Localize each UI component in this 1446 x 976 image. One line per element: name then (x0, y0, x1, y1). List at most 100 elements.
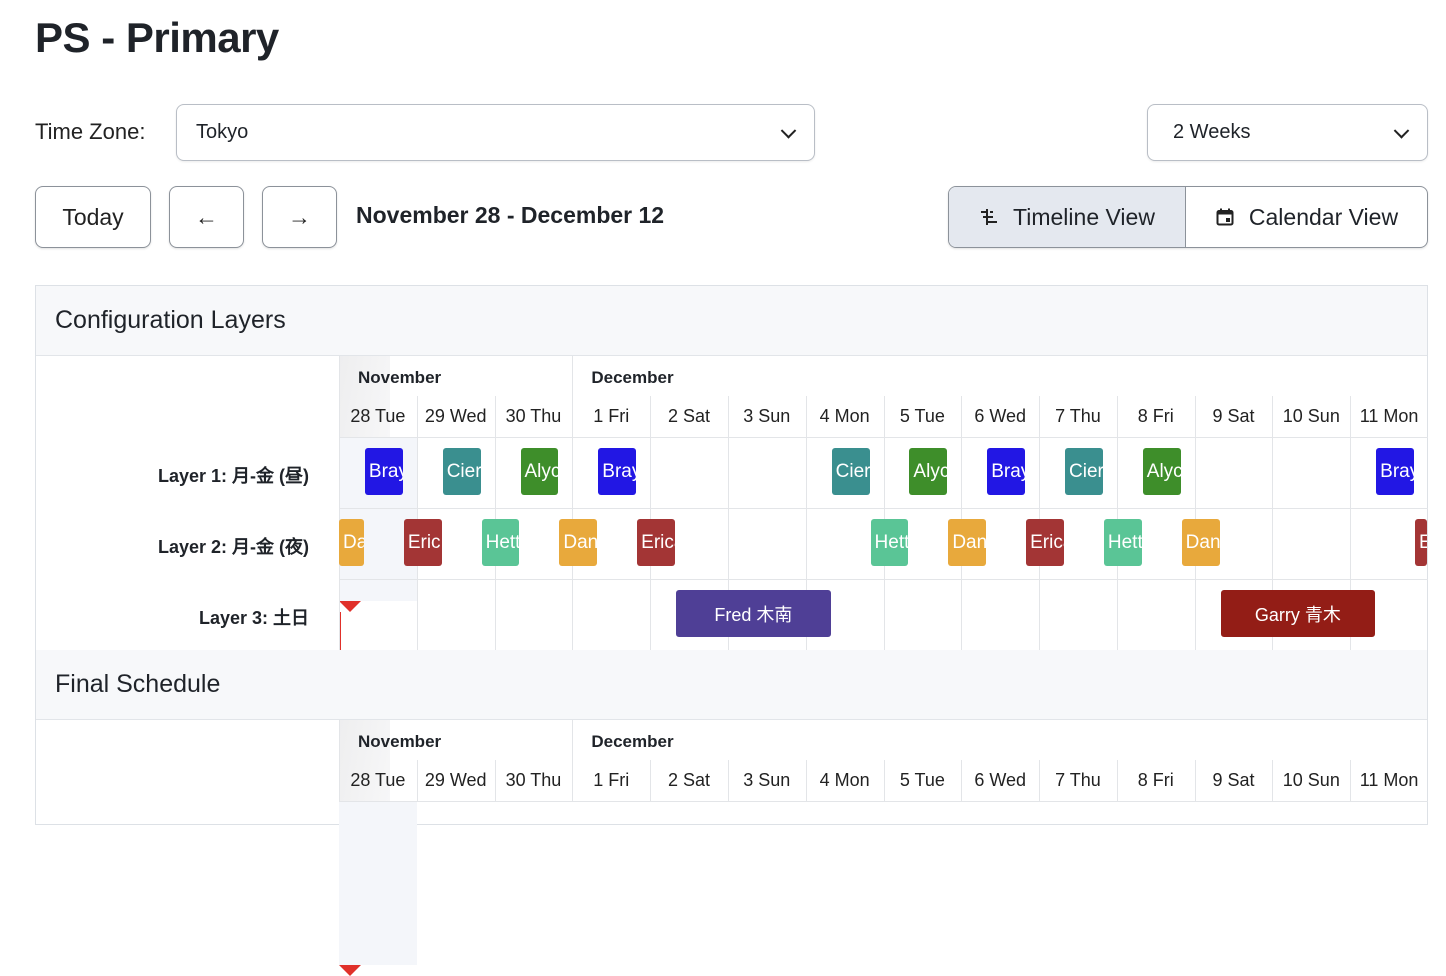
shift-block[interactable]: Dan (948, 519, 987, 566)
shift-block[interactable]: Dan (559, 519, 598, 566)
day-header: 4 Mon (819, 770, 870, 790)
day-header: 30 Thu (505, 770, 562, 790)
day-header: 11 Mon (1359, 770, 1419, 790)
shift-block[interactable]: Erica (637, 519, 676, 566)
day-header: 9 Sat (1212, 406, 1255, 426)
schedule-panel: Configuration Layers 28 Tue 29 Wed 30 Thu 1 … (35, 285, 1428, 976)
previous-button[interactable]: ← (169, 186, 244, 248)
weekend-header-bg (339, 842, 417, 883)
shift-block[interactable]: Dan (1181, 519, 1220, 566)
shift-block[interactable]: Erica (1026, 519, 1064, 566)
calendar-view-label: Calendar View (1248, 203, 1399, 230)
date-range-label: November 28 - December 12 (356, 202, 665, 228)
shift-block[interactable]: Hett (870, 519, 909, 566)
timeline-grid: 28 Tue 29 Wed 30 Thu 1 Fri 2 Sat 3 Sun 4 Mon 5 … (36, 720, 1428, 976)
day-header: 10 Sun (1282, 406, 1340, 426)
shift-block[interactable]: Bray (598, 448, 637, 495)
shift-block[interactable]: Eric (1415, 519, 1427, 566)
shift-block[interactable]: Dan (339, 519, 364, 566)
shift-block[interactable]: Bray (987, 448, 1026, 495)
next-button[interactable]: → (262, 186, 337, 248)
shift-block[interactable]: Alyc (909, 448, 948, 495)
month-header: November (358, 732, 442, 751)
day-header: 28 Tue (350, 406, 406, 426)
section-title: Configuration Layers (55, 306, 286, 334)
section-header: Configuration Layers (36, 286, 1427, 356)
day-header: 4 Mon (819, 406, 870, 426)
day-header: 8 Fri (1137, 770, 1174, 790)
row-divider (339, 508, 1428, 509)
chevron-down-icon (1393, 122, 1410, 139)
calendar-view-button[interactable]: Calendar View (1186, 187, 1427, 247)
weekend-header-bg (339, 801, 417, 842)
day-header: 11 Mon (1359, 406, 1419, 426)
month-header: December (591, 368, 674, 387)
weekend-header-bg (339, 924, 417, 965)
day-column (339, 356, 340, 650)
day-header: 7 Thu (1055, 770, 1101, 790)
day-header: 3 Sun (743, 770, 791, 790)
shift-block[interactable]: Hett (481, 519, 520, 566)
month-header: November (358, 368, 442, 387)
shift-block[interactable]: Alyc (520, 448, 559, 495)
timeline-icon (981, 209, 998, 225)
section-title: Final Schedule (55, 670, 221, 698)
header-divider (339, 801, 1428, 802)
shift-block[interactable]: Eric (403, 519, 442, 566)
shift-block[interactable]: Hett (1103, 519, 1142, 566)
day-header: 1 Fri (593, 770, 630, 790)
day-header: 30 Thu (505, 406, 562, 426)
day-header: 6 Wed (974, 770, 1027, 790)
day-header: 29 Wed (424, 406, 487, 426)
day-header: 10 Sun (1282, 770, 1340, 790)
month-header: December (591, 732, 674, 751)
weekend-header-bg (339, 883, 417, 924)
shift-block[interactable]: Cier (442, 448, 481, 495)
day-header: 5 Tue (899, 770, 945, 790)
shift-block[interactable]: Cier (831, 448, 870, 495)
calendar-icon (1216, 208, 1234, 226)
now-marker-icon (339, 601, 361, 612)
today-button[interactable]: Today (35, 186, 151, 248)
day-header: 3 Sun (743, 406, 791, 426)
range-select[interactable]: 2 Weeks (1147, 104, 1428, 161)
shift-block[interactable]: Cier (1065, 448, 1103, 495)
day-header: 1 Fri (593, 406, 630, 426)
shift-block[interactable]: Fred 木南 (676, 590, 831, 637)
layer-label: Layer 3: 土日 (198, 608, 309, 628)
arrow-right-icon: → (288, 203, 311, 230)
page-title: PS - Primary (35, 14, 279, 61)
day-header: 29 Wed (424, 770, 487, 790)
chevron-down-icon (780, 122, 797, 139)
layer-label: Layer 2: 月-金 (夜) (157, 537, 309, 557)
shift-block[interactable]: Alyc (1142, 448, 1181, 495)
layer-label: Layer 1: 月-金 (昼) (157, 466, 309, 486)
section-header: Final Schedule (36, 650, 1427, 720)
day-header: 6 Wed (974, 406, 1027, 426)
day-header: 7 Thu (1055, 406, 1101, 426)
day-header: 2 Sat (668, 770, 711, 790)
now-marker-icon (339, 965, 361, 976)
time-zone-value: Tokyo (196, 121, 249, 143)
day-column (572, 356, 574, 650)
shift-block[interactable]: Bray (364, 448, 403, 495)
day-header: 9 Sat (1212, 770, 1255, 790)
arrow-left-icon: ← (195, 203, 218, 230)
timeline-grid: 28 Tue 29 Wed 30 Thu 1 Fri 2 Sat 3 Sun 4 Mon 5 … (36, 356, 1428, 825)
timeline-view-label: Timeline View (1013, 203, 1155, 230)
timeline: 28 Tue 29 Wed 30 Thu 1 Fri 2 Sat 3 Sun 4 Mon 5 … (339, 720, 1428, 976)
time-zone-select[interactable]: Tokyo (176, 104, 815, 161)
day-header: 5 Tue (899, 406, 945, 426)
view-toggle: Timeline View Calendar View (948, 186, 1428, 248)
shift-block[interactable]: Bray (1376, 448, 1415, 495)
row-divider (339, 579, 1428, 580)
range-select-value: 2 Weeks (1173, 121, 1251, 143)
timeline-view-button[interactable]: Timeline View (949, 187, 1186, 247)
weekend-header-bg (339, 560, 417, 601)
day-header: 8 Fri (1137, 406, 1174, 426)
time-zone-label: Time Zone: (35, 119, 146, 144)
shift-block[interactable]: Garry 青木 (1220, 590, 1376, 637)
timeline: 28 Tue 29 Wed 30 Thu 1 Fri 2 Sat 3 Sun 4 Mon 5 … (339, 356, 1428, 825)
day-header: 28 Tue (350, 770, 406, 790)
day-header: 2 Sat (668, 406, 711, 426)
